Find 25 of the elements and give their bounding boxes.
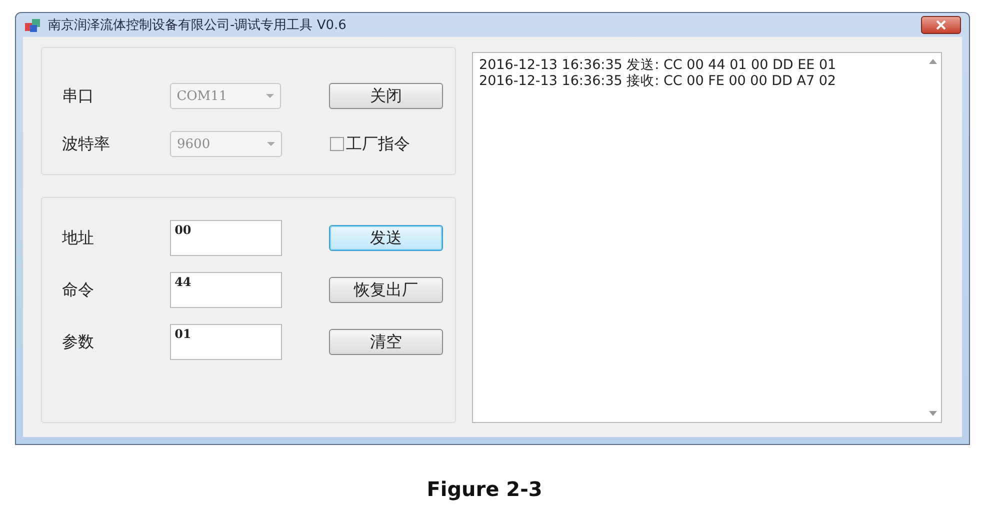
window-title: 南京润泽流体控制设备有限公司-调试专用工具 V0.6 (48, 17, 348, 34)
log-textarea[interactable]: 2016-12-13 16:36:35 发送: CC 00 44 01 00 DD EE 01 2016-12-13 16:36:35 接收: CC 00 FE 00 00 DD A7 02 (472, 52, 942, 423)
close-port-button[interactable]: 关闭 (329, 83, 443, 109)
action-button[interactable]: 恢复出厂 (329, 277, 443, 303)
field-label: 波特率 (62, 134, 111, 154)
action-button[interactable]: 发送 (329, 225, 443, 251)
log-line: 2016-12-13 16:36:35 接收: CC 00 FE 00 00 DD A7 02 (479, 73, 838, 89)
field-label: 串口 (62, 86, 95, 106)
scroll-down-icon[interactable] (928, 411, 936, 416)
log-line: 2016-12-13 16:36:35 发送: CC 00 44 01 00 DD EE 01 (479, 57, 838, 73)
dropdown-arrow-icon (266, 94, 274, 98)
field-label: 参数 (62, 332, 95, 352)
field-label: 地址 (62, 228, 95, 248)
input-field[interactable]: 44 (170, 272, 282, 308)
action-button[interactable]: 清空 (329, 329, 443, 355)
app-icon (24, 17, 42, 33)
dropdown-arrow-icon (267, 142, 275, 146)
factory-checkbox[interactable]: 工厂指令 (330, 134, 410, 154)
input-field[interactable]: 00 (170, 220, 282, 256)
figure-caption: Figure 2-3 (426, 477, 542, 501)
scroll-up-icon[interactable] (928, 59, 936, 64)
field-label: 命令 (62, 280, 95, 300)
input-field[interactable]: 01 (170, 324, 282, 360)
close-icon (936, 20, 946, 30)
close-button[interactable] (921, 16, 961, 34)
